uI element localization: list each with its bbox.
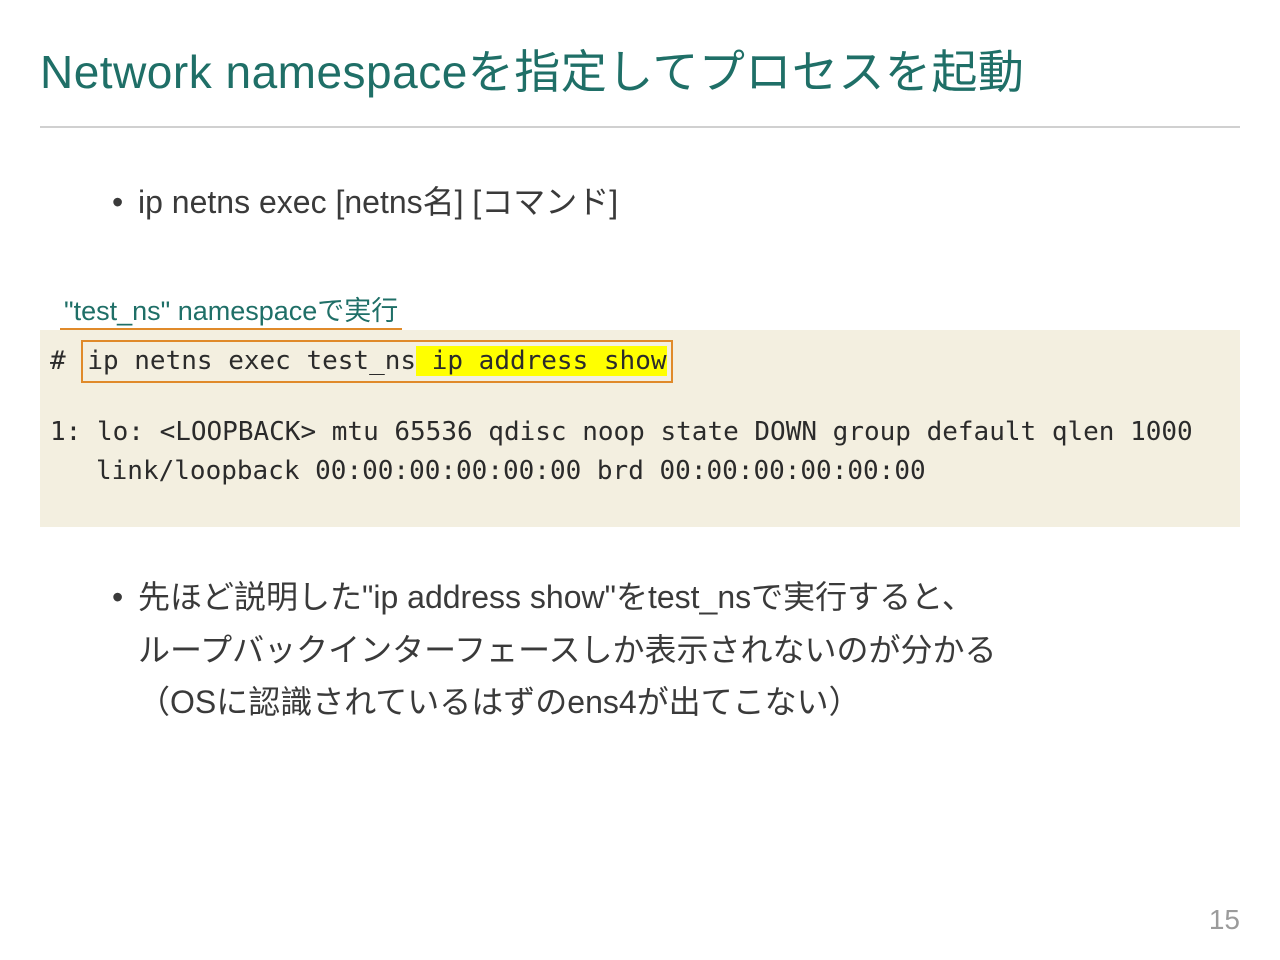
- code-block: # ip netns exec test_ns ip address show …: [40, 330, 1240, 527]
- bullet-text-line: （OSに認識されているはずのens4が出てこない）: [138, 684, 861, 720]
- page-number: 15: [1209, 904, 1240, 936]
- bullet-list-2: 先ほど説明した"ip address show"をtest_nsで実行すると、 …: [112, 571, 1240, 729]
- code-output-line: link/loopback 00:00:00:00:00:00 brd 00:0…: [40, 452, 1240, 491]
- bullet-list-1: ip netns exec [netns名] [コマンド]: [112, 180, 1240, 225]
- boxed-command: ip netns exec test_ns ip address show: [81, 340, 672, 383]
- bullet-text-line: 先ほど説明した"ip address show"をtest_nsで実行すると、: [138, 579, 974, 615]
- bullet-item: ip netns exec [netns名] [コマンド]: [112, 180, 1240, 225]
- divider: [40, 126, 1240, 128]
- highlighted-command: ip address show: [416, 346, 666, 376]
- bullet-item: 先ほど説明した"ip address show"をtest_nsで実行すると、 …: [112, 571, 1240, 729]
- shell-prompt: #: [50, 346, 81, 376]
- code-command-line: # ip netns exec test_ns ip address show: [40, 340, 1240, 383]
- slide: Network namespaceを指定してプロセスを起動 ip netns e…: [0, 0, 1280, 960]
- boxed-command-text: ip netns exec test_ns: [87, 346, 416, 376]
- annotation-label: "test_ns" namespaceで実行: [60, 289, 402, 330]
- bullet-text-line: ループバックインターフェースしか表示されないのが分かる: [138, 632, 997, 668]
- code-output-line: 1: lo: <LOOPBACK> mtu 65536 qdisc noop s…: [40, 413, 1240, 452]
- page-title: Network namespaceを指定してプロセスを起動: [40, 36, 1240, 102]
